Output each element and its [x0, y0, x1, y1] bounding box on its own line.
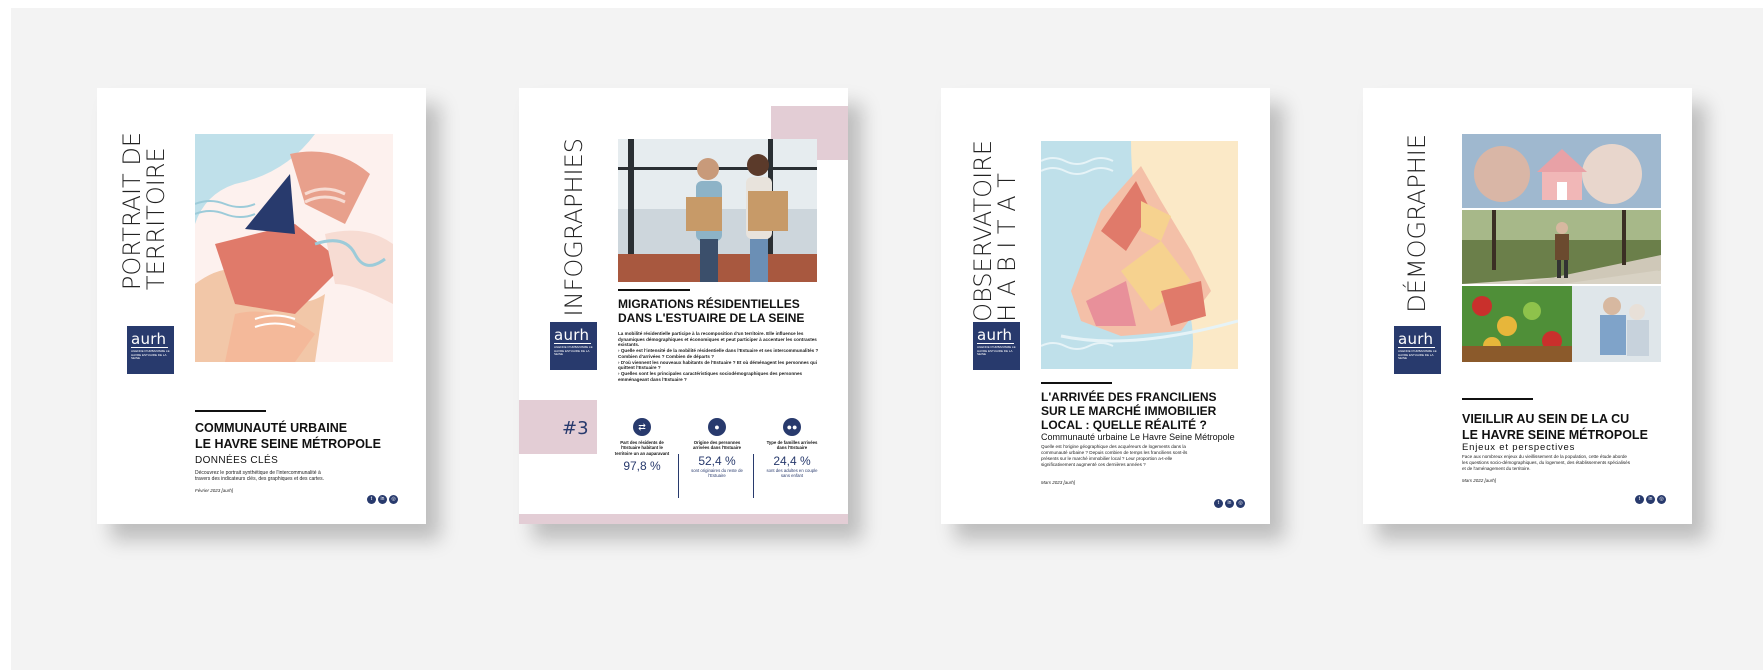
instagram-icon[interactable]: ◎ — [1657, 495, 1666, 504]
house-model-photo — [1462, 134, 1661, 208]
cover-observatoire-habitat[interactable]: OBSERVATOIRE H A B I T A T aurh AGENCE D… — [941, 88, 1270, 524]
cover-portrait-territoire[interactable]: PORTRAIT DE TERRITOIRE aurh AGENCE D'URB… — [97, 88, 426, 524]
cover-vertical-title: DÉMOGRAPHIE — [1403, 134, 1431, 313]
social-links: t in ◎ — [1635, 495, 1666, 504]
instagram-icon[interactable]: ◎ — [389, 495, 398, 504]
aurh-logo: aurh AGENCE D'URBANISME LE HAVRE ESTUAIR… — [550, 322, 597, 370]
cover-title: VIEILLIR AU SEIN DE LA CU LE HAVRE SEINE … — [1462, 412, 1648, 442]
twitter-icon[interactable]: t — [367, 495, 376, 504]
linkedin-icon[interactable]: in — [1646, 495, 1655, 504]
linkedin-icon[interactable]: in — [378, 495, 387, 504]
stat-resident-share: ⇄ Part des résidents de l'Estuaire habit… — [612, 418, 672, 473]
title-rule — [1462, 398, 1533, 400]
family-icon: ●● — [783, 418, 801, 436]
cover-date: Mars 2023 [aurh] — [1041, 480, 1076, 485]
moving-couple-photo — [618, 139, 817, 282]
cover-title: MIGRATIONS RÉSIDENTIELLES DANS L'ESTUAIRE… — [618, 297, 805, 325]
aurh-logo: aurh AGENCE D'URBANISME LE HAVRE ESTUAIR… — [1394, 326, 1441, 374]
cover-description: Découvrez le portrait synthétique de l'i… — [195, 470, 324, 483]
cover-title: L'ARRIVÉE DES FRANCILIENS SUR LE MARCHÉ I… — [1041, 390, 1217, 432]
cover-description: Quelle est l'origine géographique des ac… — [1041, 444, 1188, 467]
title-rule — [618, 289, 690, 291]
cover-date: Mars 2022 [aurh] — [1462, 478, 1497, 483]
market-couple-photo — [1462, 286, 1661, 362]
aurh-logo: aurh AGENCE D'URBANISME LE HAVRE ESTUAIR… — [973, 322, 1020, 370]
twitter-icon[interactable]: t — [1214, 499, 1223, 508]
aurh-logo: aurh AGENCE D'URBANISME LE HAVRE ESTUAIR… — [127, 326, 174, 374]
cover-subtitle: Communauté urbaine Le Havre Seine Métrop… — [1041, 432, 1235, 442]
cover-illustration — [195, 134, 393, 362]
cover-title: COMMUNAUTÉ URBAINE LE HAVRE SEINE MÉTROPO… — [195, 421, 381, 451]
cover-subtitle: Enjeux et perspectives — [1462, 442, 1576, 453]
issue-number: #3 — [562, 418, 589, 439]
cover-map-illustration — [1041, 141, 1238, 369]
cover-intro: La mobilité résidentielle participe à la… — [618, 331, 819, 382]
cover-vertical-title: OBSERVATOIRE H A B I T A T — [969, 140, 1021, 322]
cover-subtitle: DONNÉES CLÉS — [195, 455, 279, 466]
twitter-icon[interactable]: t — [1635, 495, 1644, 504]
cover-vertical-title: INFOGRAPHIES — [560, 138, 588, 317]
person-icon: ● — [708, 418, 726, 436]
linkedin-icon[interactable]: in — [1225, 499, 1234, 508]
cover-vertical-title: PORTRAIT DE TERRITOIRE — [118, 132, 170, 291]
stat-family-type: ●● Type de familles arrivées dans l'Estu… — [762, 418, 822, 478]
swap-icon: ⇄ — [633, 418, 651, 436]
cover-demographie[interactable]: DÉMOGRAPHIE aurh AGENCE D'URBANISME LE H… — [1363, 88, 1692, 524]
social-links: t in ◎ — [367, 495, 398, 504]
cover-infographies[interactable]: INFOGRAPHIES aurh AGENCE D'URBANISME LE … — [519, 88, 848, 524]
stat-origin: ● Origine des personnes arrivées dans l'… — [687, 418, 747, 478]
title-rule — [1041, 382, 1112, 384]
cover-description: Face aux nombreux enjeux du vieillisseme… — [1462, 454, 1631, 471]
elderly-walker-photo — [1462, 210, 1661, 284]
title-rule — [195, 410, 266, 412]
cover-date: Février 2023 [aurh] — [195, 488, 234, 493]
showcase-background: PORTRAIT DE TERRITOIRE aurh AGENCE D'URB… — [11, 8, 1763, 670]
pink-footer-band — [519, 514, 848, 524]
social-links: t in ◎ — [1214, 499, 1245, 508]
instagram-icon[interactable]: ◎ — [1236, 499, 1245, 508]
